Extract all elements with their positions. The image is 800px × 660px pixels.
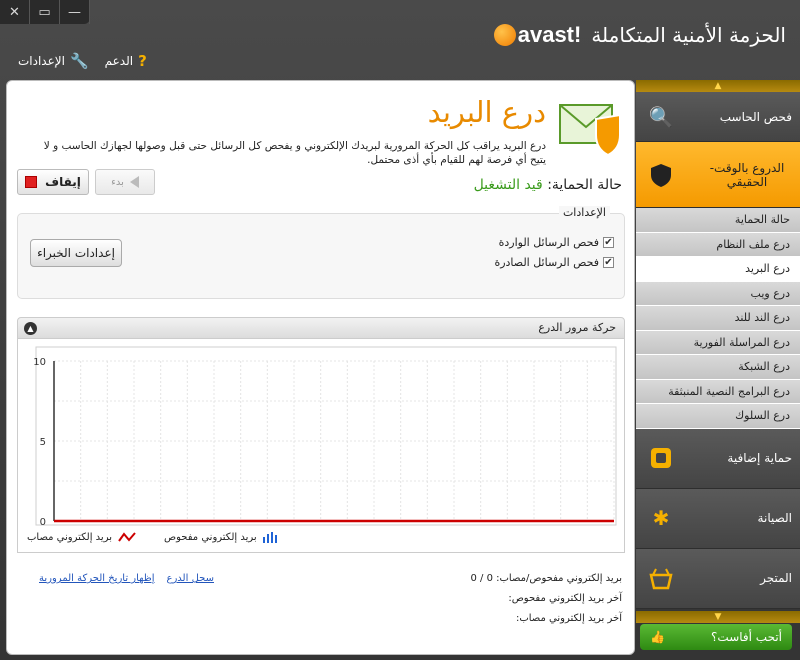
play-icon [129, 176, 139, 188]
expert-settings-button[interactable]: إعدادات الخبراء [30, 239, 122, 267]
stat-scanned-infected-value: 0 / 0 [470, 573, 493, 584]
start-button-label: بدء [111, 176, 124, 188]
wrench-icon: 🔧 [69, 52, 89, 70]
traffic-chart-panel: 10 5 0 [17, 339, 625, 553]
sidebar-sub-im-shield[interactable]: درع المراسلة الفورية [636, 330, 800, 355]
traffic-title: حركة مرور الدرع [538, 321, 616, 334]
y-tick-label: 0 [40, 517, 46, 528]
stop-button-label: إيقاف [45, 175, 81, 189]
gear-icon: ✱ [652, 506, 670, 530]
incoming-mail-checkbox[interactable]: ✔ فحص الرسائل الواردة [499, 236, 614, 249]
sidebar-item-scan[interactable]: فحص الحاسب 🔍 [636, 92, 800, 142]
stop-button[interactable]: إيقاف [17, 169, 89, 195]
y-tick-label: 10 [33, 357, 46, 368]
close-window-icon[interactable]: ✕ [0, 0, 30, 24]
check-icon: ✔ [603, 257, 614, 268]
legend-scanned-label: بريد إلكتروني مفحوص [164, 531, 257, 543]
scroll-up-icon[interactable]: ▲ [636, 80, 800, 92]
stat-scanned-infected-label: بريد إلكتروني مفحوص/مصاب: [496, 573, 622, 584]
bottom-links: سجل الدرع إظهار تاريخ الحركة المرورية [39, 573, 214, 584]
mail-stats: بريد إلكتروني مفحوص/مصاب: 0 / 0 آخر بريد… [470, 573, 622, 633]
cart-icon [649, 568, 673, 590]
traffic-history-link[interactable]: إظهار تاريخ الحركة المرورية [39, 573, 155, 584]
sidebar-additional-label: حماية إضافية [727, 451, 792, 465]
realtime-submenu: حالة الحماية درع ملف النظام درع البريد د… [636, 208, 800, 429]
status-value: قيد التشغيل [473, 177, 543, 193]
check-icon: ✔ [603, 237, 614, 248]
traffic-chart: 10 5 0 [33, 346, 617, 528]
question-mark-icon: ? [138, 52, 147, 70]
app-title: الحزمة الأمنية المتكاملة [591, 23, 786, 47]
maximize-window-icon[interactable]: ▭ [30, 0, 60, 24]
shield-icon [651, 163, 671, 187]
sidebar-sub-protection-status[interactable]: حالة الحماية [636, 208, 800, 233]
settings-group: الإعدادات ✔ فحص الرسائل الواردة ✔ فحص ال… [17, 206, 625, 299]
magnifier-icon: 🔍 [648, 104, 674, 129]
shield-log-link[interactable]: سجل الدرع [167, 573, 214, 584]
legend-infected-label: بريد إلكتروني مصاب [27, 531, 113, 543]
legend-scanned: بريد إلكتروني مفحوص [164, 531, 279, 543]
support-link[interactable]: الدعم ? [105, 52, 147, 70]
chart-legend: بريد إلكتروني مفحوص بريد إلكتروني مصاب [27, 531, 279, 543]
incoming-label: فحص الرسائل الواردة [498, 236, 599, 249]
sidebar-sub-p2p-shield[interactable]: درع الند للند [636, 306, 800, 331]
stat-last-scanned: آخر بريد إلكتروني مفحوص: [508, 593, 622, 604]
love-avast-button[interactable]: أتحب أفاست؟ 👍 [640, 624, 792, 650]
window-controls: ✕ ▭ — [0, 0, 90, 24]
sidebar-realtime-label: الدروع بالوقت-الحقيقي [709, 160, 785, 189]
stat-last-infected: آخر بريد إلكتروني مصاب: [515, 613, 622, 624]
sidebar-item-additional[interactable]: حماية إضافية [636, 428, 800, 489]
traffic-header: حركة مرور الدرع ▲ [17, 317, 625, 339]
settings-link[interactable]: الإعدادات 🔧 [18, 52, 89, 70]
outgoing-label: فحص الرسائل الصادرة [494, 256, 599, 269]
app-window: ✕ ▭ — الحزمة الأمنية المتكاملة avast! ال… [0, 0, 800, 660]
sidebar-maintenance-label: الصيانة [757, 511, 792, 525]
outgoing-mail-checkbox[interactable]: ✔ فحص الرسائل الصادرة [494, 256, 614, 269]
status-label: حالة الحماية: [547, 177, 622, 193]
envelope-shield-icon [559, 104, 621, 157]
scroll-down-icon[interactable]: ▼ [636, 610, 800, 623]
legend-infected: بريد إلكتروني مصاب [27, 531, 136, 543]
start-button[interactable]: بدء [95, 169, 155, 195]
sidebar-sub-script-shield[interactable]: درع البرامج النصية المنبثقة [636, 379, 800, 404]
collapse-icon[interactable]: ▲ [24, 322, 37, 335]
chart-frame [35, 346, 617, 526]
avast-logo: avast! [493, 22, 582, 48]
settings-legend: الإعدادات [558, 206, 610, 219]
sidebar-store-label: المتجر [760, 571, 792, 585]
support-link-label: الدعم [104, 54, 134, 68]
page-title: درع البريد [427, 95, 546, 129]
minimize-window-icon[interactable]: — [60, 0, 90, 24]
y-tick-label: 5 [40, 437, 46, 448]
bar-chart-icon [262, 532, 277, 543]
brand-header: الحزمة الأمنية المتكاملة avast! [493, 22, 786, 48]
sidebar-sub-web-shield[interactable]: درع ويب [636, 281, 800, 306]
stat-scanned-infected: بريد إلكتروني مفحوص/مصاب: 0 / 0 [470, 573, 622, 584]
love-avast-label: أتحب أفاست؟ [711, 630, 782, 644]
logo-text: avast! [517, 22, 582, 47]
sidebar-item-realtime[interactable]: الدروع بالوقت-الحقيقي [636, 142, 800, 208]
sidebar-sub-behavior-shield[interactable]: درع السلوك [636, 404, 800, 429]
page-description: درع البريد يراقب كل الحركة المرورية لبري… [43, 140, 546, 166]
sidebar-item-store[interactable]: المتجر [636, 548, 800, 609]
sidebar-sub-mail-shield[interactable]: درع البريد [636, 257, 800, 282]
sidebar-scan-label: فحص الحاسب [719, 109, 792, 124]
sidebar-sub-network-shield[interactable]: درع الشبكة [636, 355, 800, 380]
top-links: الإعدادات 🔧 الدعم ? [18, 52, 147, 70]
protection-status: حالة الحماية: قيد التشغيل [474, 177, 622, 193]
zigzag-line-icon [118, 532, 136, 542]
square-icon [651, 448, 671, 468]
avast-ball-icon [493, 24, 516, 46]
thumbs-up-icon: 👍 [650, 630, 665, 644]
sidebar-sub-file-system-shield[interactable]: درع ملف النظام [636, 232, 800, 257]
main-panel: درع البريد درع البريد يراقب كل الحركة ال… [6, 80, 635, 655]
settings-link-label: الإعدادات [18, 54, 65, 68]
stop-icon [25, 176, 38, 188]
sidebar-item-maintenance[interactable]: الصيانة ✱ [636, 488, 800, 549]
sidebar: ▲ فحص الحاسب 🔍 الدروع بالوقت-الحقيقي حال… [636, 80, 800, 660]
